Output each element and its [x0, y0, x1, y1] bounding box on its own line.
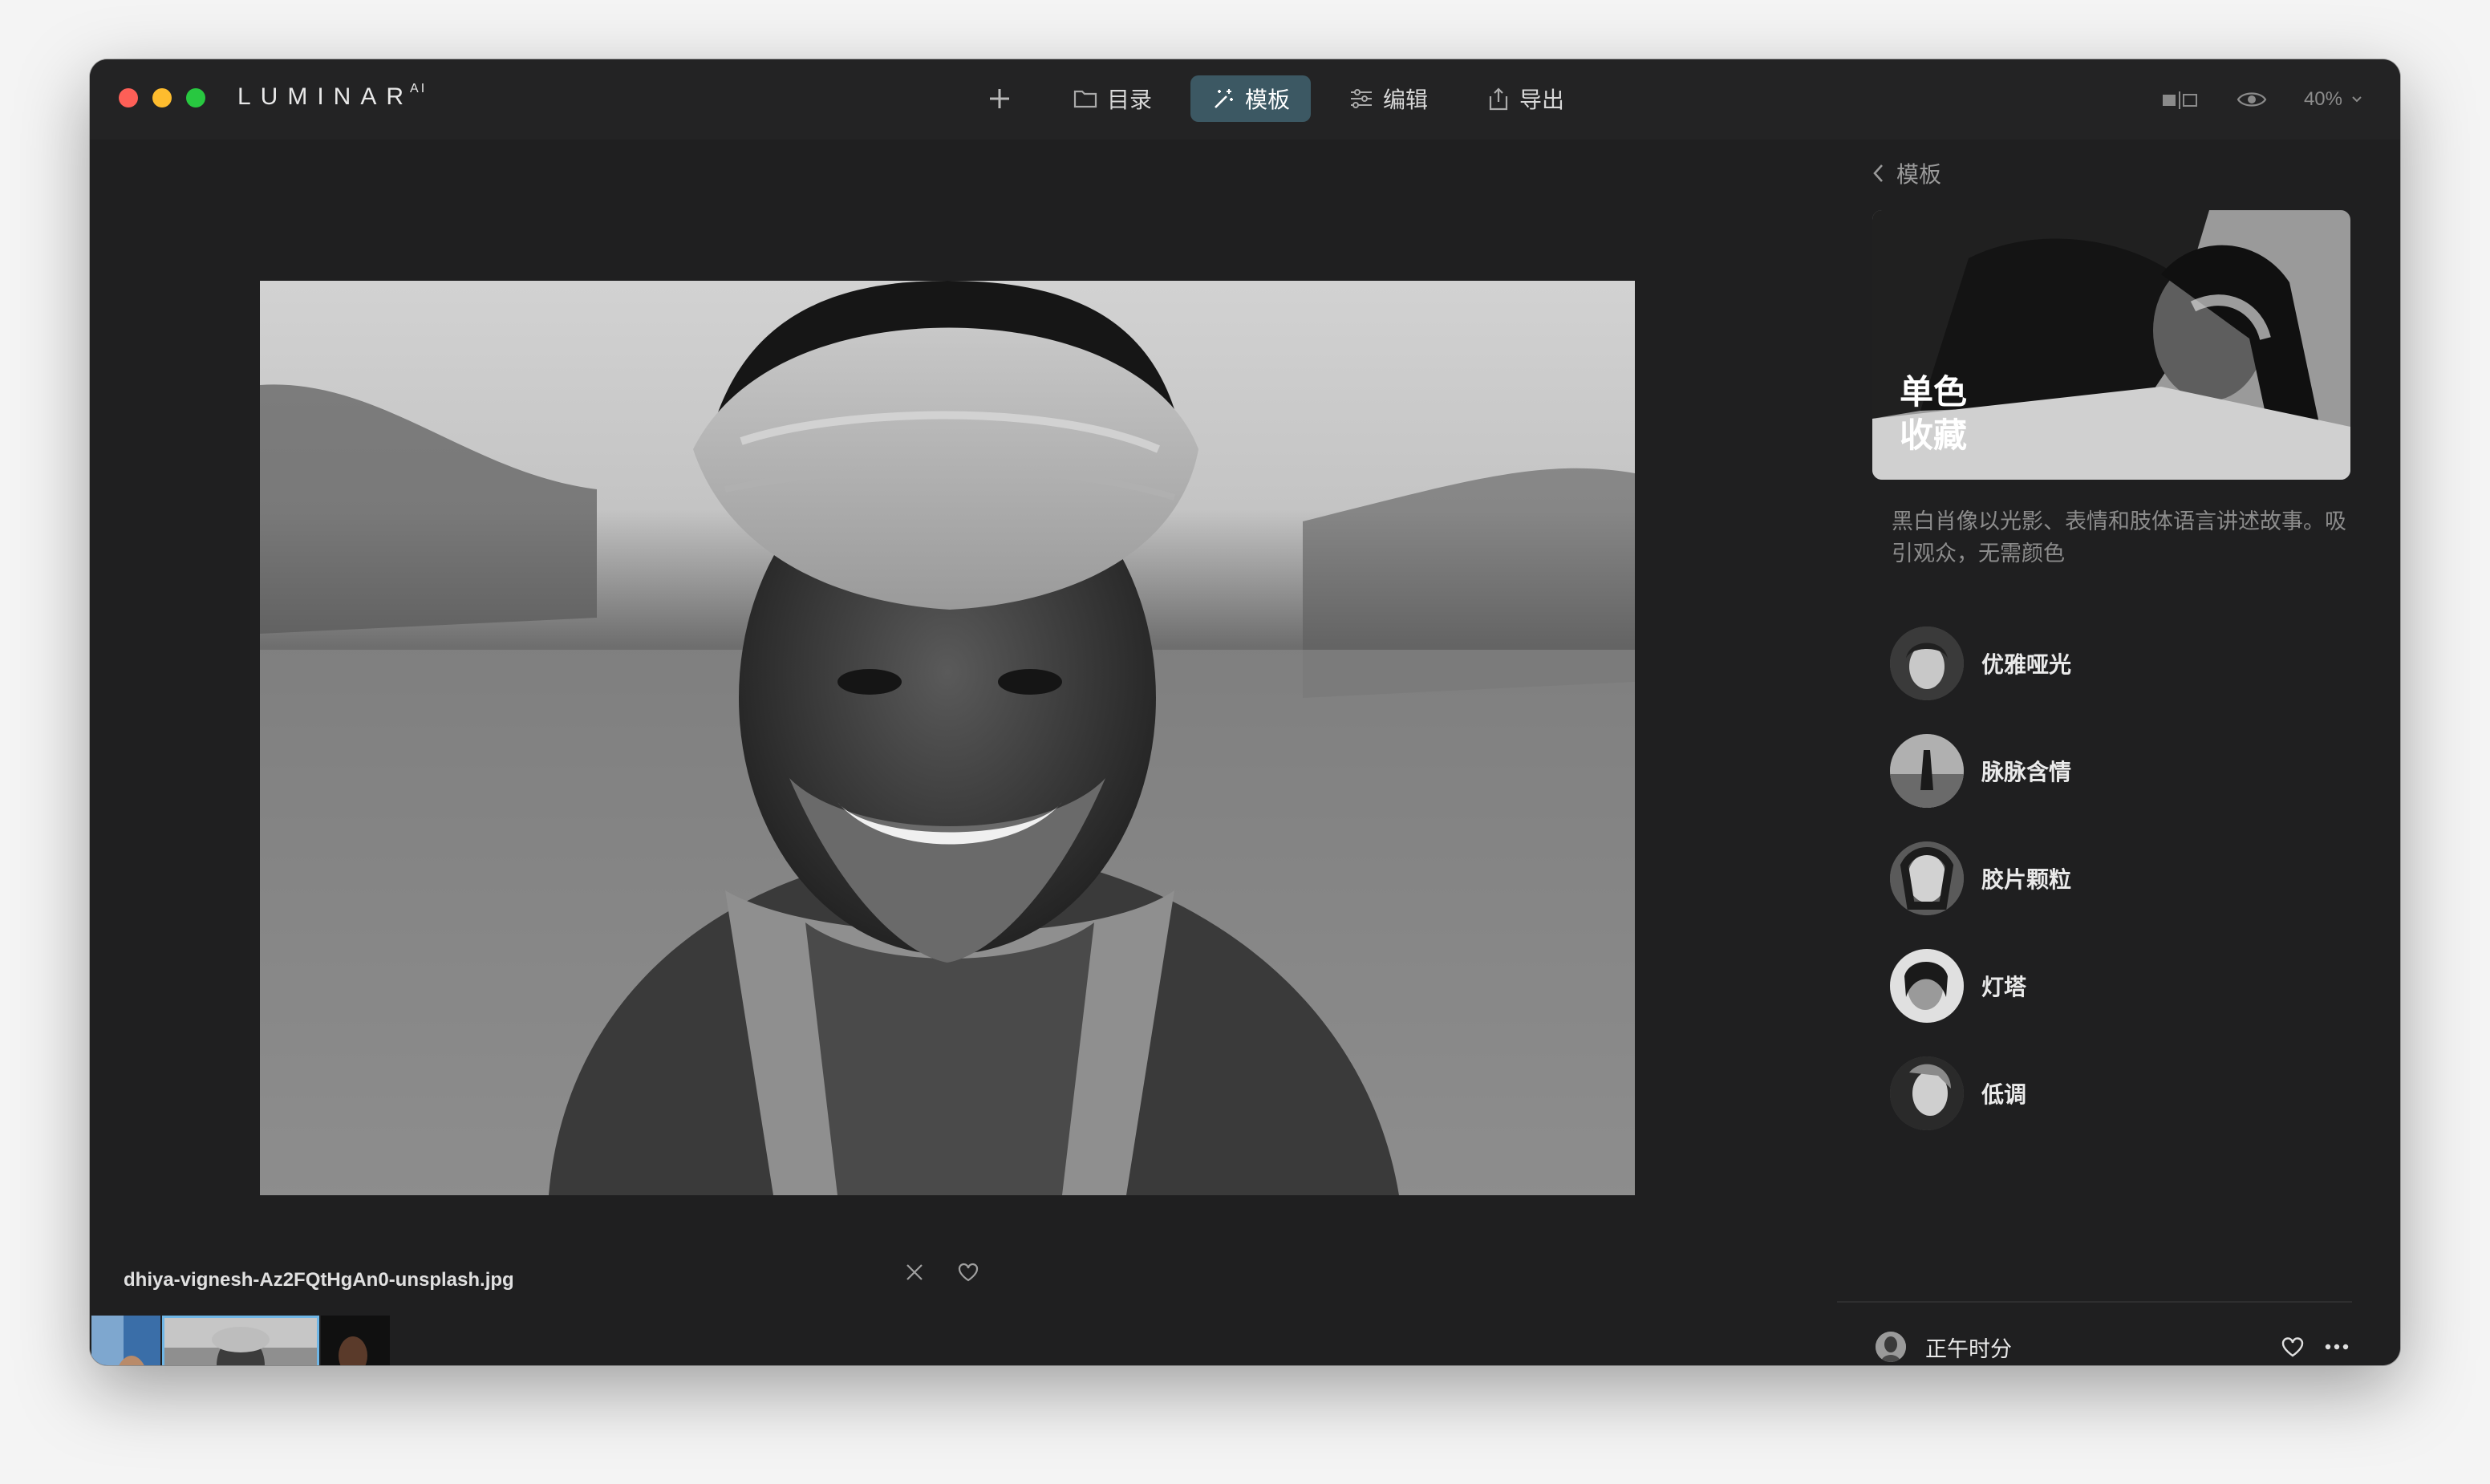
more-options-icon[interactable]: [2325, 1344, 2349, 1350]
tab-catalog[interactable]: 目录: [1052, 75, 1173, 122]
image-canvas: dhiya-vignesh-Az2FQtHgAn0-unsplash.jpg: [90, 140, 1837, 1365]
applied-template-actions: [2281, 1336, 2349, 1357]
collection-description: 黑白肖像以光影、表情和肢体语言讲述故事。吸引观众，无需颜色: [1892, 509, 2346, 566]
applied-template: 正午时分: [1876, 1327, 2349, 1365]
chevron-down-icon: [2352, 96, 2362, 103]
file-actions: [905, 1263, 979, 1282]
chevron-left-icon: [1873, 164, 1883, 182]
filmstrip: [91, 1316, 390, 1365]
tab-export[interactable]: 导出: [1466, 75, 1585, 122]
plus-icon: [990, 89, 1009, 108]
preset-item[interactable]: 胶片颗粒: [1890, 825, 2071, 932]
heart-icon[interactable]: [2281, 1336, 2304, 1357]
magic-wand-icon: [1215, 89, 1234, 108]
back-button[interactable]: 模板: [1872, 157, 1941, 189]
templates-panel: 模板 单色 收藏 黑白肖像以光影、表情和肢体语言讲述故事。吸引观众，无需颜色 优…: [1837, 140, 2400, 1365]
title-bar: LUMINARAI 目录 模板 编辑 导出 40%: [90, 59, 2400, 140]
filmstrip-thumbnail-selected[interactable]: [162, 1316, 319, 1365]
filmstrip-thumbnail[interactable]: [91, 1316, 160, 1365]
zoom-window-button[interactable]: [186, 88, 205, 107]
main-nav: 目录 模板 编辑 导出: [977, 75, 1603, 122]
app-logo: LUMINARAI: [237, 82, 428, 110]
collection-title: 单色 收藏: [1900, 373, 1968, 454]
applied-template-name: 正午时分: [1925, 1336, 2012, 1361]
preset-thumbnail: [1890, 734, 1964, 808]
portrait-photo-image: [260, 281, 1635, 1195]
file-name: dhiya-vignesh-Az2FQtHgAn0-unsplash.jpg: [124, 1269, 514, 1291]
close-icon[interactable]: [905, 1263, 924, 1282]
tab-templates[interactable]: 模板: [1190, 75, 1312, 122]
minimize-window-button[interactable]: [152, 88, 172, 107]
preset-item[interactable]: 脉脉含情: [1890, 717, 2071, 825]
preset-thumbnail: [1890, 1056, 1964, 1130]
divider: [1837, 1301, 2352, 1303]
view-controls: 40%: [2161, 77, 2363, 122]
preset-thumbnail: [1890, 626, 1964, 700]
preset-item[interactable]: 灯塔: [1890, 932, 2071, 1040]
close-window-button[interactable]: [119, 88, 138, 107]
preset-thumbnail: [1890, 841, 1964, 915]
add-photos-button[interactable]: [977, 75, 1022, 122]
heart-icon[interactable]: [958, 1263, 979, 1282]
preset-list: 优雅哑光 脉脉含情 胶片颗粒 灯塔 低调: [1890, 610, 2071, 1147]
preset-item[interactable]: 低调: [1890, 1040, 2071, 1147]
compare-view-icon[interactable]: [2161, 90, 2200, 109]
share-icon: [1489, 87, 1508, 111]
collection-hero: 单色 收藏: [1872, 210, 2350, 480]
filmstrip-thumbnail[interactable]: [321, 1316, 390, 1365]
eye-icon[interactable]: [2237, 89, 2267, 110]
folder-icon: [1073, 90, 1097, 108]
applied-template-thumbnail: [1876, 1332, 1906, 1362]
app-window: LUMINARAI 目录 模板 编辑 导出 40% dhiya-vignesh-…: [90, 59, 2400, 1365]
preset-thumbnail: [1890, 949, 1964, 1023]
zoom-dropdown[interactable]: 40%: [2304, 88, 2363, 111]
tab-edit[interactable]: 编辑: [1328, 75, 1449, 122]
preset-item[interactable]: 优雅哑光: [1890, 610, 2071, 717]
sliders-icon: [1351, 89, 1373, 108]
main-photo[interactable]: [260, 281, 1635, 1195]
